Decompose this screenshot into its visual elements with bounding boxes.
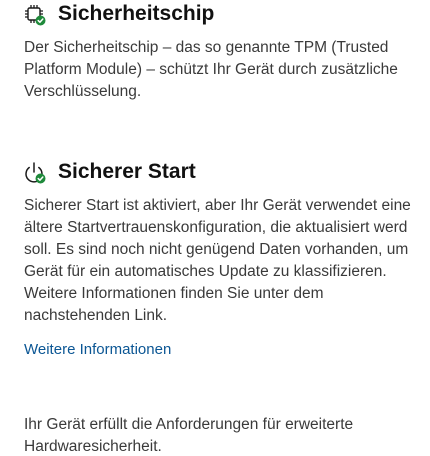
description-line: Der Sicherheitschip – das so genannte TP… <box>24 39 389 56</box>
description-line: Hardwaresicherheit. <box>24 438 162 455</box>
description-line: Sicherer Start ist aktiviert, aber Ihr G… <box>24 197 411 214</box>
description-line: Ihr Gerät erfüllt die Anforderungen für … <box>24 416 354 433</box>
secure-boot-description: Sicherer Start ist aktiviert, aber Ihr G… <box>24 195 430 327</box>
description-line: Weitere Informationen finden Sie unter d… <box>24 285 324 302</box>
description-line: nachstehenden Link. <box>24 307 168 324</box>
description-line: Gerät für ein automatisches Update zu kl… <box>24 263 387 280</box>
security-chip-description: Der Sicherheitschip – das so genannte TP… <box>24 37 430 103</box>
secure-boot-title: Sicherer Start <box>58 160 196 183</box>
more-info-link[interactable]: Weitere Informationen <box>24 339 171 361</box>
secure-boot-check-icon <box>23 161 47 185</box>
security-chip-title: Sicherheitschip <box>58 2 215 25</box>
description-line: soll. Es sind noch nicht genügend Daten … <box>24 241 409 258</box>
description-line: Platform Module) – schützt Ihr Gerät dur… <box>24 61 398 78</box>
chip-check-icon <box>23 3 47 27</box>
description-line: ältere Startvertrauenskonfiguration, die… <box>24 219 408 236</box>
description-line: Verschlüsselung. <box>24 83 142 100</box>
requirements-status-text: Ihr Gerät erfüllt die Anforderungen für … <box>24 414 430 456</box>
